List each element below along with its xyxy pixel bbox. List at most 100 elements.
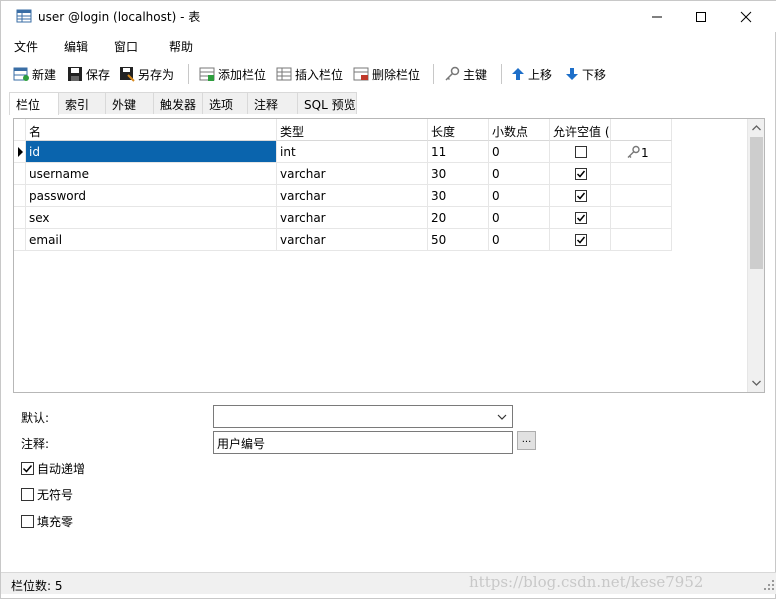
field-type-cell[interactable]: varchar bbox=[277, 207, 428, 229]
column-header-nullable[interactable]: 允许空值 ( bbox=[550, 119, 611, 141]
add-field-button[interactable]: 添加栏位 bbox=[199, 63, 266, 85]
tab-strip: 栏位 索引 外键 触发器 选项 注释 SQL 预览 bbox=[9, 92, 357, 115]
column-header-decimals[interactable]: 小数点 bbox=[489, 119, 550, 141]
checkmark-icon bbox=[22, 464, 33, 473]
field-key-cell[interactable] bbox=[611, 163, 672, 185]
table-row[interactable]: username varchar 30 0 bbox=[14, 163, 674, 185]
field-nullable-cell[interactable] bbox=[550, 185, 611, 207]
field-nullable-cell[interactable] bbox=[550, 141, 611, 163]
minimize-icon bbox=[652, 16, 662, 17]
menu-edit[interactable]: 编辑 bbox=[64, 38, 88, 55]
grid-vertical-scrollbar[interactable] bbox=[747, 119, 764, 392]
menu-file[interactable]: 文件 bbox=[14, 38, 38, 55]
table-designer-window: user @login (localhost) - 表 文件 编辑 窗口 帮助 … bbox=[0, 0, 776, 599]
move-up-button[interactable]: 上移 bbox=[511, 63, 552, 85]
tab-indexes[interactable]: 索引 bbox=[58, 92, 106, 114]
save-as-button[interactable]: 另存为 bbox=[119, 63, 174, 85]
field-type-cell[interactable]: varchar bbox=[277, 185, 428, 207]
table-row[interactable]: id int 11 0 1 bbox=[14, 141, 674, 163]
maximize-icon bbox=[696, 11, 706, 22]
tab-options[interactable]: 选项 bbox=[202, 92, 248, 114]
field-count-status: 栏位数: 5 bbox=[11, 579, 63, 593]
field-length-cell[interactable]: 30 bbox=[428, 163, 489, 185]
table-row[interactable]: email varchar 50 0 bbox=[14, 229, 674, 251]
field-name-cell[interactable]: id bbox=[26, 141, 277, 163]
tab-comments[interactable]: 注释 bbox=[247, 92, 298, 114]
field-decimals-cell[interactable]: 0 bbox=[489, 229, 550, 251]
scroll-down-icon[interactable] bbox=[749, 376, 764, 390]
nullable-checkbox[interactable] bbox=[575, 234, 587, 246]
checkmark-icon bbox=[576, 236, 586, 244]
comment-input[interactable]: 用户编号 bbox=[213, 431, 513, 454]
field-type-cell[interactable]: varchar bbox=[277, 163, 428, 185]
default-value-combo[interactable] bbox=[213, 405, 513, 428]
window-title: user @login (localhost) - 表 bbox=[38, 10, 201, 24]
field-length-cell[interactable]: 20 bbox=[428, 207, 489, 229]
menu-window[interactable]: 窗口 bbox=[114, 38, 138, 55]
unsigned-option[interactable]: 无符号 bbox=[21, 486, 73, 502]
field-key-cell[interactable] bbox=[611, 207, 672, 229]
save-as-icon bbox=[120, 67, 135, 82]
field-length-cell[interactable]: 11 bbox=[428, 141, 489, 163]
field-key-cell[interactable] bbox=[611, 229, 672, 251]
zerofill-checkbox[interactable] bbox=[21, 514, 34, 528]
column-header-name[interactable]: 名 bbox=[26, 119, 277, 141]
field-nullable-cell[interactable] bbox=[550, 163, 611, 185]
tab-fields[interactable]: 栏位 bbox=[9, 92, 59, 115]
primary-key-button[interactable]: 主键 bbox=[444, 63, 487, 85]
column-header-key[interactable] bbox=[611, 119, 672, 141]
delete-field-button[interactable]: 删除栏位 bbox=[353, 63, 420, 85]
unsigned-checkbox[interactable] bbox=[21, 487, 34, 501]
table-row[interactable]: password varchar 30 0 bbox=[14, 185, 674, 207]
zerofill-option[interactable]: 填充零 bbox=[21, 513, 73, 529]
auto-increment-label: 自动递增 bbox=[37, 461, 86, 476]
column-header-length[interactable]: 长度 bbox=[428, 119, 489, 141]
tab-sql-preview[interactable]: SQL 预览 bbox=[297, 92, 357, 114]
nullable-checkbox[interactable] bbox=[575, 146, 587, 158]
fields-grid: 名 类型 长度 小数点 允许空值 ( id int 11 0 1 usernam… bbox=[13, 118, 765, 393]
row-indicator bbox=[14, 119, 26, 141]
resize-grip-icon[interactable] bbox=[763, 579, 775, 591]
field-length-cell[interactable]: 30 bbox=[428, 185, 489, 207]
field-nullable-cell[interactable] bbox=[550, 229, 611, 251]
toolbar-separator bbox=[433, 64, 434, 84]
insert-field-button[interactable]: 插入栏位 bbox=[276, 63, 343, 85]
auto-increment-checkbox[interactable] bbox=[21, 461, 34, 475]
field-decimals-cell[interactable]: 0 bbox=[489, 185, 550, 207]
scrollbar-thumb[interactable] bbox=[750, 137, 763, 269]
field-decimals-cell[interactable]: 0 bbox=[489, 163, 550, 185]
save-button[interactable]: 保存 bbox=[67, 63, 110, 85]
new-button[interactable]: 新建 bbox=[13, 63, 56, 85]
maximize-button[interactable] bbox=[678, 1, 724, 32]
checkmark-icon bbox=[576, 214, 586, 222]
field-type-cell[interactable]: int bbox=[277, 141, 428, 163]
field-decimals-cell[interactable]: 0 bbox=[489, 207, 550, 229]
minimize-button[interactable] bbox=[634, 1, 680, 32]
field-name-cell[interactable]: email bbox=[26, 229, 277, 251]
field-name-cell[interactable]: sex bbox=[26, 207, 277, 229]
move-down-button[interactable]: 下移 bbox=[565, 63, 606, 85]
field-key-cell[interactable]: 1 bbox=[611, 141, 672, 163]
new-table-icon bbox=[13, 67, 29, 81]
tab-foreign-keys[interactable]: 外键 bbox=[105, 92, 154, 114]
close-button[interactable] bbox=[723, 1, 769, 32]
table-row[interactable]: sex varchar 20 0 bbox=[14, 207, 674, 229]
field-type-cell[interactable]: varchar bbox=[277, 229, 428, 251]
scroll-up-icon[interactable] bbox=[749, 121, 764, 135]
nullable-checkbox[interactable] bbox=[575, 168, 587, 180]
field-name-cell[interactable]: username bbox=[26, 163, 277, 185]
field-name-cell[interactable]: password bbox=[26, 185, 277, 207]
field-length-cell[interactable]: 50 bbox=[428, 229, 489, 251]
comment-edit-button[interactable]: ... bbox=[517, 431, 536, 450]
save-as-button-label: 另存为 bbox=[138, 67, 175, 82]
add-field-icon bbox=[199, 67, 215, 81]
field-key-cell[interactable] bbox=[611, 185, 672, 207]
tab-triggers[interactable]: 触发器 bbox=[153, 92, 203, 114]
field-nullable-cell[interactable] bbox=[550, 207, 611, 229]
nullable-checkbox[interactable] bbox=[575, 190, 587, 202]
menu-help[interactable]: 帮助 bbox=[169, 38, 193, 55]
nullable-checkbox[interactable] bbox=[575, 212, 587, 224]
auto-increment-option[interactable]: 自动递增 bbox=[21, 460, 85, 476]
column-header-type[interactable]: 类型 bbox=[277, 119, 428, 141]
field-decimals-cell[interactable]: 0 bbox=[489, 141, 550, 163]
